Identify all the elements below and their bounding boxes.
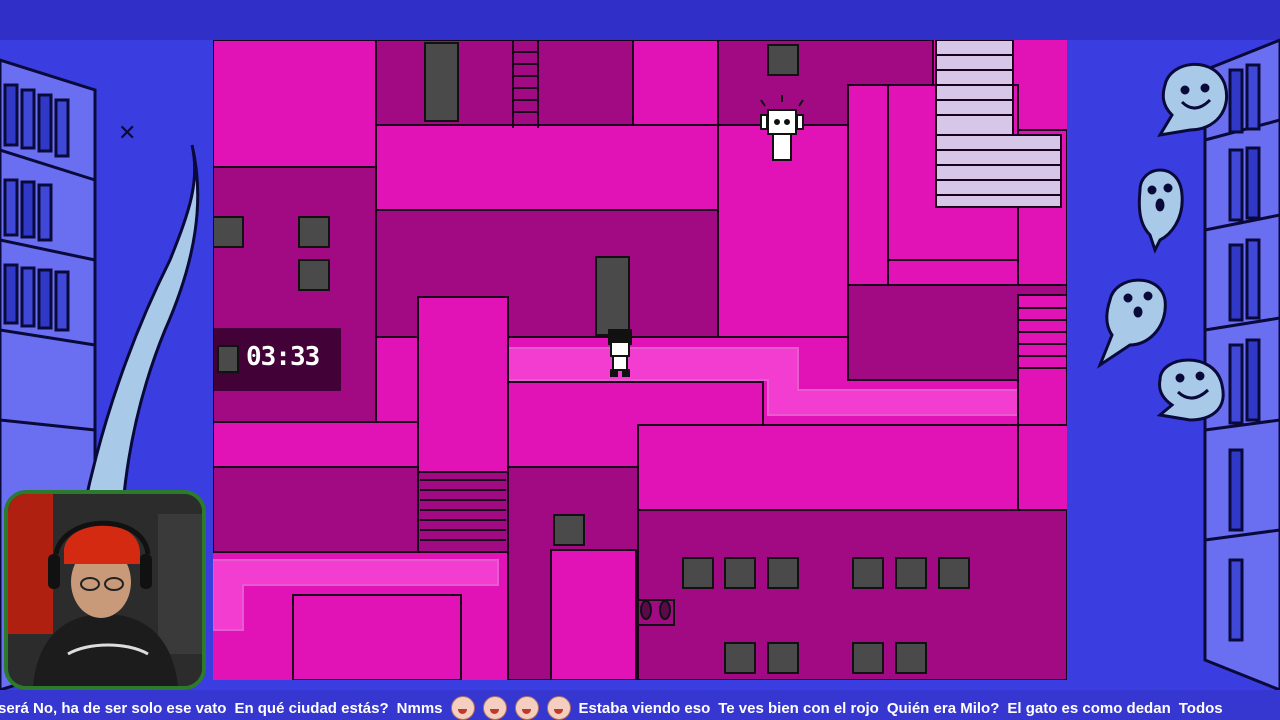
window [767, 642, 799, 674]
window [724, 557, 756, 589]
window [553, 514, 585, 546]
window [213, 216, 244, 248]
emote-icon [482, 696, 507, 720]
game-viewport[interactable]: 03:33 🔈 92 [213, 40, 1067, 680]
right-bookshelf [1203, 38, 1280, 690]
chat-message: Estaba viendo eso [578, 699, 711, 717]
ghost-icon [1156, 358, 1225, 422]
window [895, 557, 927, 589]
streamer-image [8, 494, 202, 686]
webcam-feed [4, 490, 206, 690]
chat-ticker: será No, ha de ser solo ese vato En qué c… [0, 690, 1280, 720]
chat-message: será No, ha de ser solo ese vato [0, 699, 227, 717]
window [938, 557, 970, 589]
door [595, 256, 630, 336]
window [895, 642, 927, 674]
timer-text: 03:33 [246, 342, 320, 372]
plant-pots [637, 599, 675, 626]
stream-screen: ✕ 03:33 será No, ha de ser solo ese vato… [0, 0, 1280, 720]
window [767, 557, 799, 589]
window [682, 557, 714, 589]
svg-text:✕: ✕ [118, 121, 136, 146]
emote-icon [514, 696, 539, 720]
chat-message: Todos [1178, 699, 1223, 717]
game-timer: 03:33 [213, 328, 341, 391]
chat-message: El gato es como dedan [1007, 699, 1171, 717]
chat-message: Nmms [396, 699, 443, 717]
game-map [213, 40, 1067, 680]
emote-icon [450, 696, 475, 720]
chat-ticker-track: será No, ha de ser solo ese vato En qué c… [0, 696, 1223, 720]
window [852, 557, 884, 589]
emote-icon [546, 696, 571, 720]
window [767, 44, 799, 76]
player-character [608, 329, 632, 377]
window [852, 642, 884, 674]
chat-message: Quién era Milo? [886, 699, 1000, 717]
chat-message: En qué ciudad estás? [234, 699, 389, 717]
window [724, 642, 756, 674]
chat-message: Te ves bien con el rojo [718, 699, 879, 717]
window [298, 216, 330, 248]
door [424, 42, 459, 122]
timer-icon [217, 345, 239, 373]
staircase [935, 40, 1062, 208]
window [298, 259, 330, 291]
